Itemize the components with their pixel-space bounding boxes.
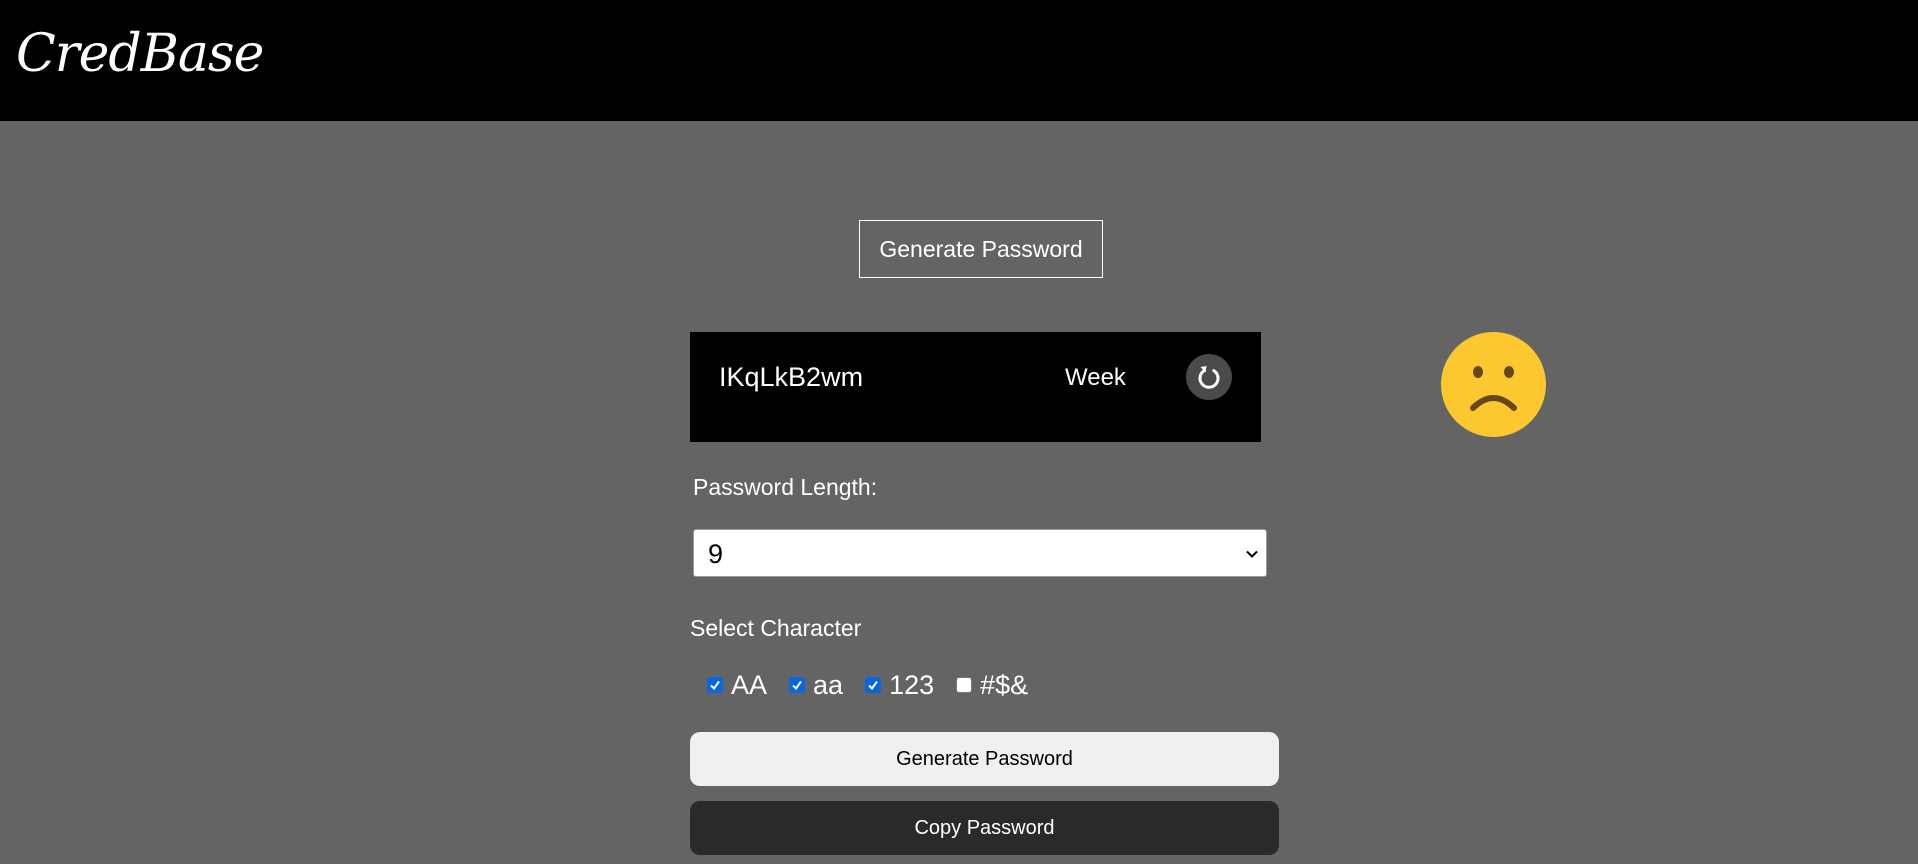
checkbox-lowercase-box[interactable] [789, 677, 806, 693]
password-display: IKqLkB2wm Week [690, 332, 1261, 442]
checkbox-lowercase[interactable]: aa [789, 670, 843, 701]
checkbox-numbers-box[interactable] [865, 677, 882, 693]
checkbox-lowercase-label: aa [813, 669, 844, 700]
checkbox-numbers-label: 123 [889, 669, 935, 700]
checkbox-symbols-label: #$& [980, 669, 1029, 700]
chevron-down-icon [1246, 550, 1258, 558]
generate-password-button[interactable]: Generate Password [690, 732, 1279, 786]
checkbox-uppercase-label: AA [731, 669, 768, 700]
select-character-label: Select Character [690, 615, 862, 641]
password-length-value: 9 [708, 539, 724, 569]
header-bar: CredBase [0, 0, 1918, 121]
refresh-icon [1198, 366, 1220, 389]
sad-face-icon [1441, 332, 1546, 437]
refresh-button[interactable] [1186, 354, 1232, 400]
checkbox-uppercase-box[interactable] [707, 677, 723, 693]
password-strength-label: Week [1065, 364, 1126, 391]
checkmark-icon [710, 680, 720, 691]
logo[interactable]: CredBase [16, 28, 264, 80]
checkmark-icon [792, 680, 802, 691]
copy-password-button[interactable]: Copy Password [690, 801, 1279, 855]
checkbox-symbols-box[interactable] [956, 677, 973, 693]
checkbox-numbers[interactable]: 123 [865, 670, 934, 701]
generated-password-text: IKqLkB2wm [719, 362, 864, 392]
password-length-label: Password Length: [693, 474, 878, 500]
checkmark-icon [868, 680, 878, 691]
checkbox-symbols[interactable]: #$& [956, 670, 1028, 701]
charset-options: AA aa 123 #$& [707, 668, 1050, 702]
checkbox-uppercase[interactable]: AA [707, 670, 767, 701]
top-generate-password-button[interactable]: Generate Password [859, 220, 1103, 278]
password-length-select[interactable]: 9 [693, 529, 1267, 577]
